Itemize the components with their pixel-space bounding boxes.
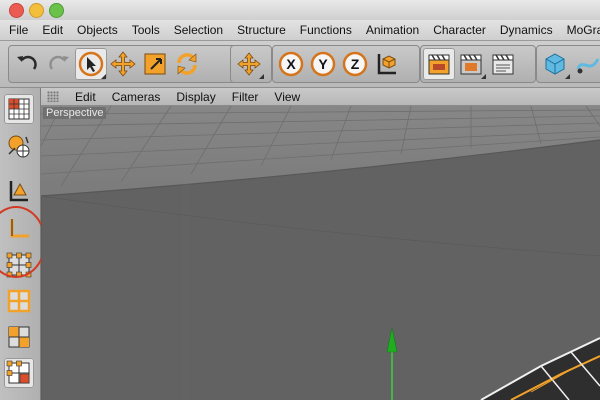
object-mode-button[interactable] <box>4 132 34 162</box>
rotate-arrows-icon <box>177 53 197 75</box>
menu-tools[interactable]: Tools <box>125 23 167 37</box>
menu-mograph[interactable]: MoGra <box>560 23 600 37</box>
menu-animation[interactable]: Animation <box>359 23 426 37</box>
menu-structure[interactable]: Structure <box>230 23 293 37</box>
live-selection-button[interactable] <box>75 48 107 80</box>
edit-tools-group <box>8 45 236 83</box>
edges-mode-button[interactable] <box>4 286 34 316</box>
uv-mode-button[interactable] <box>4 358 34 388</box>
highlight-circle-annotation <box>0 206 46 278</box>
viewport-menu-edit[interactable]: Edit <box>67 90 104 104</box>
coordinate-tool-group <box>230 45 272 83</box>
viewport-menu-bar: Edit Cameras Display Filter View <box>41 88 600 106</box>
viewport-menu-display[interactable]: Display <box>168 90 223 104</box>
window-titlebar <box>0 0 600 21</box>
menu-edit[interactable]: Edit <box>35 23 70 37</box>
render-clapper-icon <box>428 54 450 75</box>
cube-object-button[interactable] <box>539 48 571 80</box>
render-picture-viewer-button[interactable] <box>455 48 487 80</box>
scale-box-icon <box>144 53 166 75</box>
x-axis-icon: X <box>278 51 304 77</box>
coordinate-system-button[interactable] <box>371 48 403 80</box>
render-view-button[interactable] <box>423 48 455 80</box>
minimize-window-button[interactable] <box>29 3 44 18</box>
recent-tools-button[interactable] <box>233 48 265 80</box>
z-axis-button[interactable]: Z <box>339 48 371 80</box>
svg-text:X: X <box>286 56 296 72</box>
render-settings-icon <box>492 54 514 75</box>
zoom-window-button[interactable] <box>49 3 64 18</box>
viewport-menu-cameras[interactable]: Cameras <box>104 90 169 104</box>
scale-tool-button[interactable] <box>139 48 171 80</box>
model-grid-icon <box>8 98 30 120</box>
render-settings-button[interactable] <box>487 48 519 80</box>
model-mode-button[interactable] <box>4 94 34 124</box>
texture-axis-mode-button[interactable] <box>4 176 34 206</box>
close-window-button[interactable] <box>9 3 24 18</box>
undo-arrow-icon <box>17 55 37 70</box>
redo-button[interactable] <box>43 48 75 80</box>
menu-bar: File Edit Objects Tools Selection Struct… <box>0 20 600 41</box>
menu-functions[interactable]: Functions <box>293 23 359 37</box>
move-tool-button[interactable] <box>107 48 139 80</box>
object-group <box>536 45 600 83</box>
main-toolbar: X Y Z <box>0 41 600 88</box>
world-coordinate-icon <box>377 54 396 75</box>
menu-objects[interactable]: Objects <box>70 23 125 37</box>
polygons-mode-button[interactable] <box>4 322 34 352</box>
texture-axis-icon <box>9 181 28 202</box>
perspective-viewport[interactable]: Perspective <box>41 106 600 400</box>
x-axis-button[interactable]: X <box>275 48 307 80</box>
viewport-menu-filter[interactable]: Filter <box>224 90 267 104</box>
viewport-camera-label: Perspective <box>43 107 107 119</box>
render-viewer-icon <box>460 54 482 75</box>
viewport-scene <box>41 106 600 400</box>
svg-text:Z: Z <box>351 56 360 72</box>
undo-button[interactable] <box>11 48 43 80</box>
polygons-grid-icon <box>8 326 30 348</box>
left-mode-palette <box>0 88 46 400</box>
move-cross-icon <box>237 52 261 76</box>
viewport-menu-view[interactable]: View <box>266 90 308 104</box>
spline-icon <box>576 58 600 74</box>
move-arrows-icon <box>110 51 136 77</box>
spline-object-button[interactable] <box>571 48 600 80</box>
object-axis-globe-icon <box>8 135 30 158</box>
menu-dynamics[interactable]: Dynamics <box>493 23 560 37</box>
menu-selection[interactable]: Selection <box>167 23 230 37</box>
cube-icon <box>545 53 565 75</box>
y-axis-icon: Y <box>310 51 336 77</box>
uv-points-icon <box>6 360 30 384</box>
z-axis-icon: Z <box>342 51 368 77</box>
panel-grip-icon[interactable] <box>47 91 59 102</box>
y-axis-button[interactable]: Y <box>307 48 339 80</box>
menu-file[interactable]: File <box>0 23 35 37</box>
redo-arrow-icon <box>49 55 69 70</box>
render-group <box>420 45 536 83</box>
edges-grid-icon <box>7 289 31 313</box>
axis-lock-group: X Y Z <box>272 45 420 83</box>
menu-character[interactable]: Character <box>426 23 493 37</box>
rotate-tool-button[interactable] <box>171 48 203 80</box>
selection-cursor-icon <box>78 51 104 77</box>
svg-text:Y: Y <box>318 56 328 72</box>
